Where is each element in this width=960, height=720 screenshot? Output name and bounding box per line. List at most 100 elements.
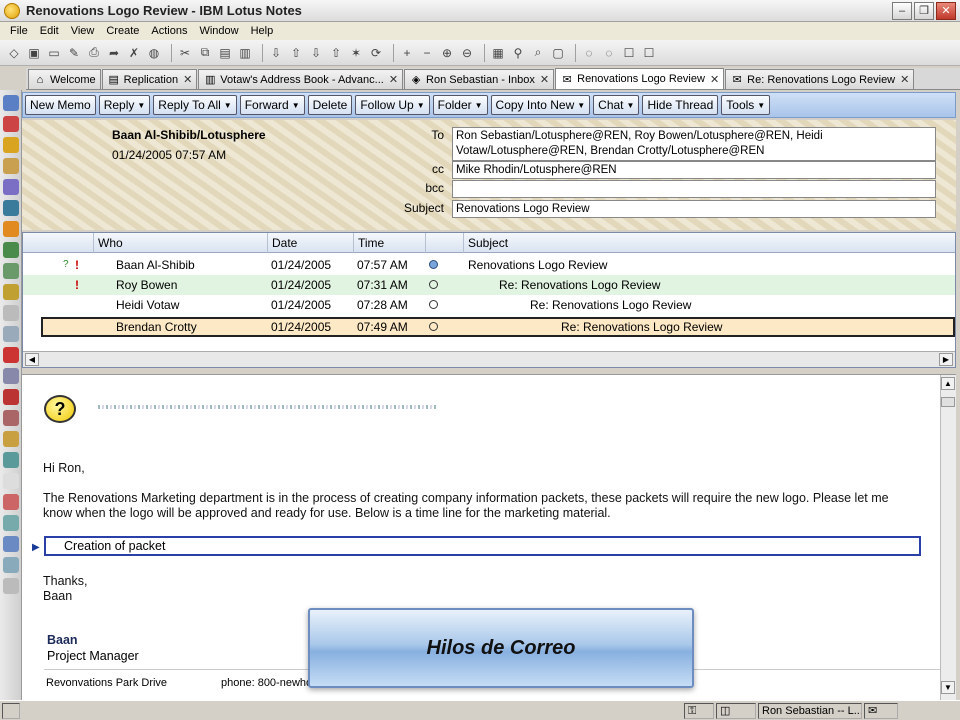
horizontal-scrollbar[interactable]: ◀ ▶ <box>23 351 955 367</box>
status-indicator[interactable] <box>2 702 20 719</box>
location-user-status[interactable]: Ron Sebastian -- L... <box>758 702 862 719</box>
notes-bookmark-icon[interactable] <box>3 431 19 447</box>
expand-icon[interactable]: + <box>399 45 415 61</box>
signal-icon[interactable]: ◫ <box>716 702 756 719</box>
scroll-thumb[interactable] <box>941 397 955 407</box>
thread-row-selected[interactable]: Brendan Crotty 01/24/2005 07:49 AM Re: R… <box>41 317 955 337</box>
binoculars-icon[interactable]: ⚲ <box>510 45 526 61</box>
alert-bookmark-icon[interactable] <box>3 494 19 510</box>
cc-field[interactable]: Mike Rhodin/Lotusphere@REN <box>452 161 936 179</box>
scroll-up-icon[interactable]: ▲ <box>941 377 955 390</box>
reply-to-all-button[interactable]: Reply To All ▼ <box>153 95 237 115</box>
new-memo-button[interactable]: New Memo <box>25 95 96 115</box>
chart-bookmark-icon[interactable] <box>3 326 19 342</box>
favorites-bookmark-icon[interactable] <box>3 221 19 237</box>
expand-all-icon[interactable]: ⊕ <box>439 45 455 61</box>
menu-edit[interactable]: Edit <box>34 25 65 37</box>
navigate-next-icon[interactable]: ⇩ <box>308 45 324 61</box>
calendar-bookmark-icon[interactable] <box>3 116 19 132</box>
expand-triangle-icon[interactable]: ▶ <box>32 540 40 556</box>
scroll-right-icon[interactable]: ▶ <box>939 353 953 366</box>
team-bookmark-icon[interactable] <box>3 452 19 468</box>
hide-thread-button[interactable]: Hide Thread <box>642 95 719 115</box>
graph-bookmark-icon[interactable] <box>3 368 19 384</box>
menu-window[interactable]: Window <box>193 25 244 37</box>
copy-icon[interactable]: ⧉ <box>197 45 213 61</box>
workspace-bookmark-icon[interactable] <box>3 200 19 216</box>
vertical-scrollbar[interactable]: ▲ ▼ <box>940 375 956 701</box>
subject-field[interactable]: Renovations Logo Review <box>452 200 936 218</box>
tools-bookmark-icon[interactable] <box>3 557 19 573</box>
refresh-icon[interactable]: ⟳ <box>368 45 384 61</box>
collapse-all-icon[interactable]: ⊖ <box>459 45 475 61</box>
menu-create[interactable]: Create <box>100 25 145 37</box>
scroll-left-icon[interactable]: ◀ <box>25 353 39 366</box>
clipboard-icon[interactable]: ▥ <box>237 45 253 61</box>
unread-column-header[interactable] <box>425 233 445 253</box>
date-column-header[interactable]: Date <box>267 233 353 253</box>
cut-icon[interactable]: ✂ <box>177 45 193 61</box>
globe-icon[interactable]: ◍ <box>146 45 162 61</box>
clock-bookmark-icon[interactable] <box>3 473 19 489</box>
chat-group-icon[interactable]: ◌ <box>601 45 617 61</box>
follow-up-button[interactable]: Follow Up ▼ <box>355 95 430 115</box>
more-bookmark-icon[interactable] <box>3 578 19 594</box>
tab-welcome[interactable]: ⌂ Welcome <box>28 69 101 89</box>
todo-bookmark-icon[interactable] <box>3 158 19 174</box>
folder-button[interactable]: Folder ▼ <box>432 95 488 115</box>
thread-row[interactable]: ! Roy Bowen 01/24/2005 07:31 AM Re: Reno… <box>23 275 955 295</box>
subject-column-header[interactable]: Subject <box>463 233 953 253</box>
preview-pane-icon[interactable]: ▦ <box>490 45 506 61</box>
print-icon[interactable]: ⎙ <box>86 45 102 61</box>
thread-row[interactable]: Heidi Votaw 01/24/2005 07:28 AM Re: Reno… <box>23 295 955 315</box>
flag2-bookmark-icon[interactable] <box>3 389 19 405</box>
save-icon[interactable]: ▣ <box>26 45 42 61</box>
tab-re-renovations-logo-review[interactable]: ✉ Re: Renovations Logo Review ✕ <box>725 69 915 89</box>
close-tab-icon[interactable]: ✕ <box>540 73 549 86</box>
bcc-field[interactable] <box>452 180 936 198</box>
minimize-button[interactable]: – <box>892 2 912 20</box>
edit-icon[interactable]: ✎ <box>66 45 82 61</box>
close-tab-icon[interactable]: ✕ <box>900 73 909 86</box>
document-properties-icon[interactable]: ▢ <box>550 45 566 61</box>
chat-button[interactable]: Chat ▼ <box>593 95 640 115</box>
paste-icon[interactable]: ▤ <box>217 45 233 61</box>
mail-bookmark-icon[interactable] <box>3 95 19 111</box>
tab-renovations-logo-review[interactable]: ✉ Renovations Logo Review ✕ <box>555 68 725 89</box>
menu-view[interactable]: View <box>65 25 101 37</box>
maximize-button[interactable]: ❐ <box>914 2 934 20</box>
send-icon[interactable]: ➦ <box>106 45 122 61</box>
report-bookmark-icon[interactable] <box>3 410 19 426</box>
tab-replication[interactable]: ▤ Replication ✕ <box>101 69 198 89</box>
navigate-prev-icon[interactable]: ⇧ <box>328 45 344 61</box>
menu-help[interactable]: Help <box>245 25 280 37</box>
discussion-bookmark-icon[interactable] <box>3 284 19 300</box>
home-icon[interactable]: ◇ <box>6 45 22 61</box>
tab-address-book[interactable]: ▥ Votaw's Address Book - Advanc... ✕ <box>198 69 404 89</box>
flags-column-header[interactable] <box>57 233 67 253</box>
open-folder-icon[interactable]: ▭ <box>46 45 62 61</box>
close-tab-icon[interactable]: ✕ <box>183 73 192 86</box>
thread-row[interactable]: ? ! Baan Al-Shibib 01/24/2005 07:57 AM R… <box>23 255 955 275</box>
who-column-header[interactable]: Who <box>93 233 267 253</box>
server-bookmark-icon[interactable] <box>3 536 19 552</box>
close-tab-icon[interactable]: ✕ <box>710 73 719 86</box>
forward-button[interactable]: Forward ▼ <box>239 95 305 115</box>
search-icon[interactable]: ⌕ <box>530 45 546 61</box>
navigate-down-icon[interactable]: ⇩ <box>268 45 284 61</box>
close-tab-icon[interactable]: ✕ <box>389 73 398 86</box>
collapse-icon[interactable]: − <box>419 45 435 61</box>
apps-bookmark-icon[interactable] <box>3 263 19 279</box>
chat-icon[interactable]: ◌ <box>581 45 597 61</box>
address-book-bookmark-icon[interactable] <box>3 137 19 153</box>
flag-bookmark-icon[interactable] <box>3 347 19 363</box>
key-icon[interactable]: ⚿ <box>684 702 714 719</box>
databases-bookmark-icon[interactable] <box>3 242 19 258</box>
replicator-bookmark-icon[interactable] <box>3 179 19 195</box>
collapsible-section[interactable]: ▶ Creation of packet <box>32 536 921 556</box>
tools-button[interactable]: Tools ▼ <box>721 95 771 115</box>
menu-actions[interactable]: Actions <box>145 25 193 37</box>
delete-button[interactable]: Delete <box>307 95 353 115</box>
reply-button[interactable]: Reply ▼ <box>98 95 151 115</box>
contacts-icon[interactable]: ☐ <box>641 45 657 61</box>
